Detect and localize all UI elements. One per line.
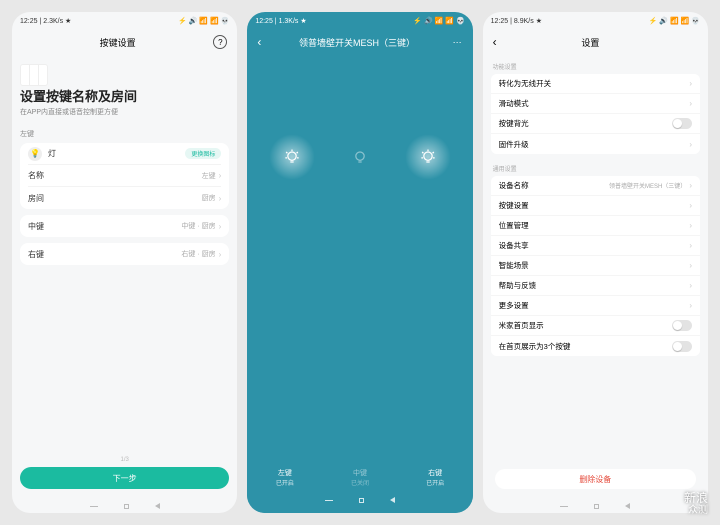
row-label: 米家首页显示 [499,320,544,331]
delete-device-button[interactable]: 删除设备 [495,469,696,489]
status-bar: 12:25 | 8.9K/s ★ ⚡ 🔊 📶 📶 💀 [483,12,708,30]
android-nav[interactable] [247,493,472,507]
page-title: 领普墙壁开关MESH（三键） [299,36,415,49]
chevron-right-icon: › [219,250,222,259]
row-label: 按键背光 [499,118,529,129]
page-title: 按键设置 [100,36,136,49]
settings-row[interactable]: 位置管理 › [491,216,700,236]
nav-bar: ‹ 设置 [483,30,708,54]
chevron-right-icon: › [689,201,692,210]
status-bar: 12:25 | 2.3K/s ★ ⚡ 🔊 📶 📶 💀 [12,12,237,30]
right-key-row[interactable]: 右键 右键 · 厨房› [28,243,221,265]
row-label: 滑动模式 [499,98,529,109]
left-bulb-button[interactable] [269,134,315,180]
more-button[interactable]: ⋯ [453,37,463,48]
device-row[interactable]: 💡 灯 更换图标 [28,143,221,165]
settings-row[interactable]: 帮助与反馈 › [491,276,700,296]
header-subtitle: 在APP内直接或语音控制更方便 [20,107,229,117]
right-bulb-button[interactable] [405,134,451,180]
settings-row[interactable]: 智能场景 › [491,256,700,276]
header-title: 设置按键名称及房间 [20,86,229,105]
row-label: 位置管理 [499,220,529,231]
chevron-right-icon: › [219,222,222,231]
row-label: 固件升级 [499,139,529,150]
progress-indicator: 1/3 [20,457,229,463]
status-bar: 12:25 | 1.3K/s ★ ⚡ 🔊 📶 📶 💀 [247,12,472,30]
chevron-right-icon: › [689,301,692,310]
nav-bar: ‹ 领普墙壁开关MESH（三键） ⋯ [247,30,472,54]
settings-row[interactable]: 滑动模式 › [491,94,700,114]
back-button[interactable]: ‹ [257,35,261,49]
row-label: 智能场景 [499,260,529,271]
screen-button-settings: 12:25 | 2.3K/s ★ ⚡ 🔊 📶 📶 💀 按键设置 ? 设置按键名称… [12,12,237,513]
section-label-features: 功能设置 [493,62,700,71]
section-label-general: 通用设置 [493,164,700,173]
settings-row[interactable]: 设备共享 › [491,236,700,256]
chevron-right-icon: › [689,281,692,290]
name-row[interactable]: 名称 左键› [28,165,221,187]
watermark: 新浪 众测 [684,491,708,517]
settings-row[interactable]: 在首页展示为3个按键 [491,336,700,356]
screen-device-control: 12:25 | 1.3K/s ★ ⚡ 🔊 📶 📶 💀 ‹ 领普墙壁开关MESH（… [247,12,472,513]
chevron-right-icon: › [689,140,692,149]
help-icon[interactable]: ? [213,35,227,49]
settings-row[interactable]: 米家首页显示 [491,316,700,336]
settings-row[interactable]: 转化为无线开关 › [491,74,700,94]
chevron-right-icon: › [219,171,222,180]
chevron-right-icon: › [689,221,692,230]
bulb-labels: 左键已开启 中键已关闭 右键已开启 [247,468,472,487]
mid-bulb-button[interactable] [337,134,383,180]
chevron-right-icon: › [689,261,692,270]
room-row[interactable]: 房间 厨房› [28,187,221,209]
chevron-right-icon: › [689,241,692,250]
settings-row[interactable]: 更多设置 › [491,296,700,316]
row-label: 转化为无线开关 [499,78,552,89]
chevron-right-icon: › [689,181,692,190]
change-icon-button[interactable]: 更换图标 [185,148,221,159]
chevron-right-icon: › [219,194,222,203]
settings-row[interactable]: 按键背光 [491,114,700,134]
back-button[interactable]: ‹ [493,35,497,49]
nav-bar: 按键设置 ? [12,30,237,54]
android-nav[interactable] [491,499,700,513]
row-label: 在首页展示为3个按键 [499,341,571,352]
settings-row[interactable]: 固件升级 › [491,134,700,154]
settings-row[interactable]: 设备名称领普墙壁开关MESH（三键）› [491,176,700,196]
row-label: 按键设置 [499,200,529,211]
row-label: 帮助与反馈 [499,280,537,291]
screen-settings: 12:25 | 8.9K/s ★ ⚡ 🔊 📶 📶 💀 ‹ 设置 功能设置 转化为… [483,12,708,513]
left-key-label: 左键 [20,129,229,139]
next-button[interactable]: 下一步 [20,467,229,489]
bulb-icon: 💡 [28,147,42,161]
toggle[interactable] [672,320,692,331]
toggle[interactable] [672,118,692,129]
page-title: 设置 [581,36,599,49]
chevron-right-icon: › [689,79,692,88]
android-nav[interactable] [20,499,229,513]
toggle[interactable] [672,341,692,352]
mid-key-row[interactable]: 中键 中键 · 厨房› [28,215,221,237]
settings-row[interactable]: 按键设置 › [491,196,700,216]
row-label: 更多设置 [499,300,529,311]
chevron-right-icon: › [689,99,692,108]
row-label: 设备共享 [499,240,529,251]
switch-illustration [20,64,48,86]
row-label: 设备名称 [499,180,529,191]
